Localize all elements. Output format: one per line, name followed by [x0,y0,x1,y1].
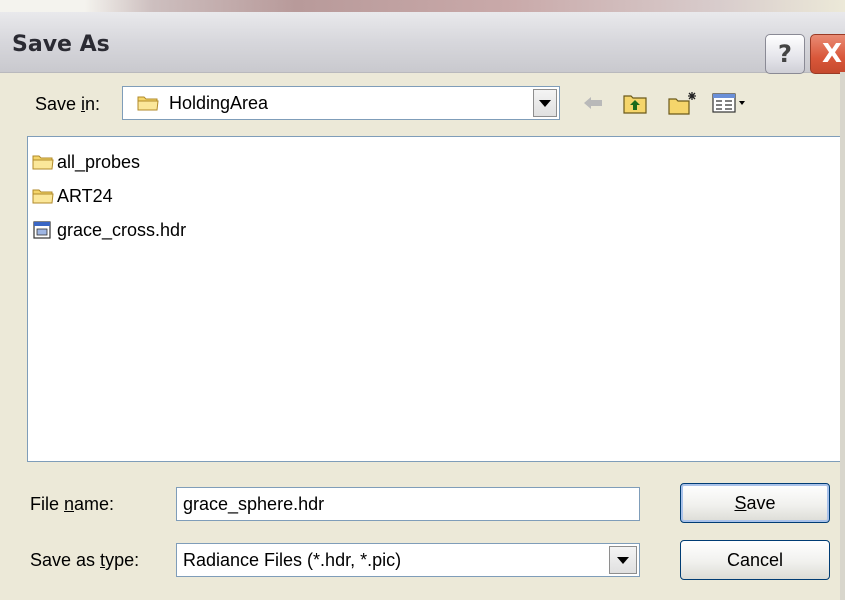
new-folder-icon[interactable] [668,90,698,116]
list-item-label: ART24 [57,185,113,206]
window-edge [840,72,845,600]
save-as-dialog: Save As ? X Save in: HoldingArea all_pro… [0,0,845,600]
title-bar[interactable]: Save As ? X [0,12,845,74]
save-as-type-dropdown[interactable]: Radiance Files (*.hdr, *.pic) [176,543,640,577]
views-menu-icon[interactable] [712,90,748,116]
file-icon [32,220,54,240]
save-as-type-value: Radiance Files (*.hdr, *.pic) [183,550,402,570]
list-item-label: all_probes [57,151,141,172]
list-item-folder[interactable]: all_probes [32,149,140,175]
file-name-label: File name: [30,494,115,514]
back-arrow-icon[interactable] [580,90,606,116]
chevron-down-icon[interactable] [533,89,557,117]
window-title: Save As [12,32,110,57]
save-in-dropdown[interactable]: HoldingArea [122,86,560,120]
close-button[interactable]: X [810,34,845,74]
chevron-down-icon[interactable] [609,546,637,574]
folder-icon [32,152,54,172]
help-button[interactable]: ? [765,34,805,74]
file-list[interactable]: all_probes ART24 grace_cross.hdr [27,136,842,462]
help-icon: ? [778,40,792,68]
folder-icon [32,186,54,206]
file-name-input[interactable] [176,487,640,521]
save-in-label: Save in: [35,94,101,114]
list-item-folder[interactable]: ART24 [32,183,113,209]
list-item-label: grace_cross.hdr [57,219,187,240]
save-button[interactable]: Save [680,483,830,523]
cancel-button[interactable]: Cancel [680,540,830,580]
folder-icon [137,94,159,112]
background-strip [0,0,845,12]
up-one-level-icon[interactable] [622,90,648,116]
list-item-file[interactable]: grace_cross.hdr [32,217,186,243]
save-as-type-label: Save as type: [30,550,140,570]
save-in-value: HoldingArea [169,93,269,113]
close-icon: X [821,39,843,69]
